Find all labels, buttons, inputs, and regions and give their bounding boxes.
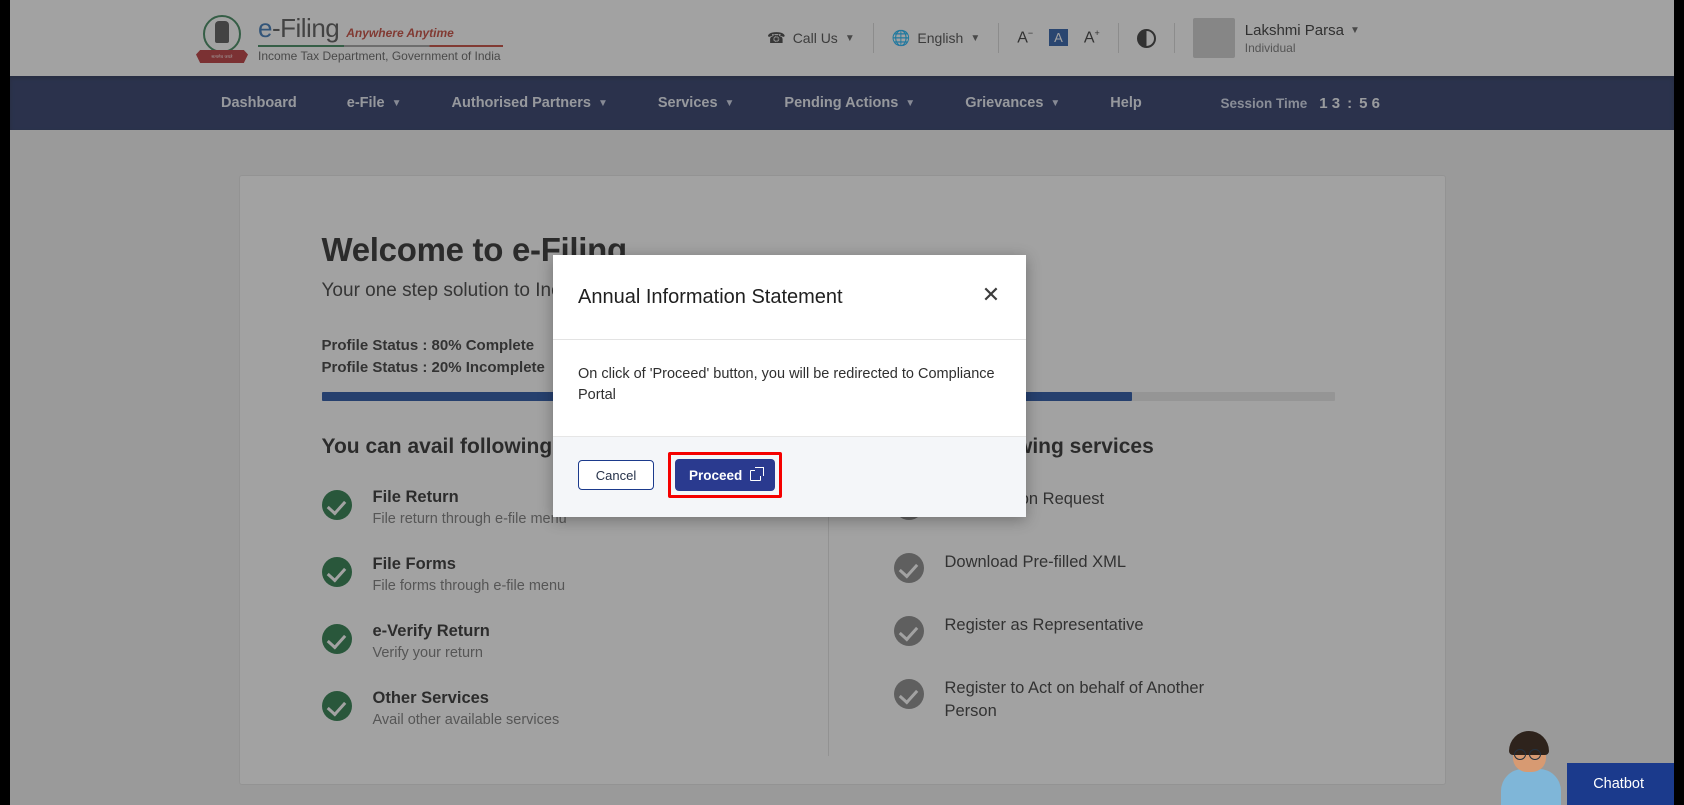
close-icon[interactable]: ✕	[978, 284, 1004, 310]
external-link-icon	[750, 470, 761, 481]
dialog-footer: Cancel Proceed	[553, 436, 1026, 517]
proceed-highlight-box: Proceed	[668, 452, 782, 498]
proceed-button[interactable]: Proceed	[675, 459, 775, 491]
chatbot-widget[interactable]: Chatbot	[1485, 725, 1674, 805]
chatbot-button[interactable]: Chatbot	[1567, 763, 1674, 805]
dialog-title: Annual Information Statement	[578, 286, 978, 309]
annual-information-statement-dialog: Annual Information Statement ✕ On click …	[553, 255, 1026, 517]
app-root: सत्यमेव जयते e-Filing Anywhere Anytime I…	[0, 0, 1684, 805]
dialog-message: On click of 'Proceed' button, you will b…	[578, 364, 1001, 406]
cancel-button[interactable]: Cancel	[578, 460, 654, 490]
dialog-body: On click of 'Proceed' button, you will b…	[553, 340, 1026, 436]
dialog-header: Annual Information Statement ✕	[553, 255, 1026, 340]
proceed-label: Proceed	[689, 468, 742, 483]
chatbot-avatar-icon	[1485, 725, 1571, 805]
